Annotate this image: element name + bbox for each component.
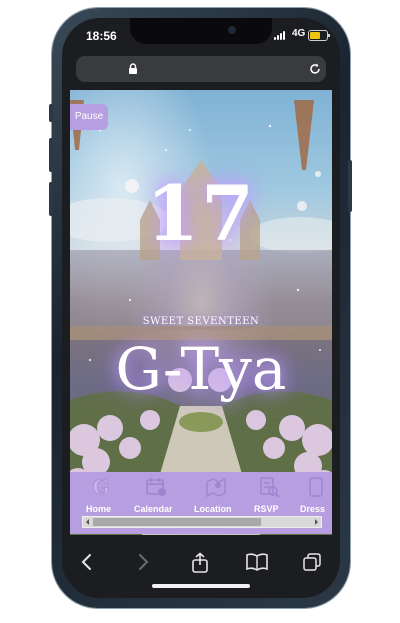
pause-button[interactable]: Pause	[70, 104, 108, 130]
side-button-volume-up	[49, 138, 53, 172]
network-label: 4G	[292, 28, 306, 39]
map-pin-icon	[206, 477, 226, 498]
nav-item-dress[interactable]: Dress	[300, 474, 332, 514]
address-bar[interactable]	[76, 56, 326, 82]
forward-icon[interactable]	[136, 552, 150, 572]
celebrant-name: G-Tya	[115, 335, 287, 403]
castle-garden-illustration	[70, 100, 332, 535]
notch	[130, 18, 272, 44]
scroll-left-icon[interactable]	[84, 518, 92, 526]
camera-icon	[228, 26, 236, 34]
dress-icon	[309, 477, 323, 497]
back-icon[interactable]	[80, 552, 94, 572]
battery-icon	[308, 30, 330, 41]
side-button-power	[348, 160, 352, 212]
tabs-icon[interactable]	[302, 552, 322, 572]
event-subtitle: SWEET SEVENTEEN	[142, 316, 260, 327]
invitation-hero: Pause 17 SWEET SEVENTEEN G-Tya	[70, 90, 332, 535]
bookmarks-icon[interactable]	[246, 552, 268, 572]
phone-screen: 18:56 4G Pause 17 SWEET SEVENTEEN G-Tya …	[62, 18, 340, 598]
browser-toolbar	[62, 538, 340, 598]
nav-label-calendar: Calendar	[134, 504, 173, 514]
calendar-icon	[146, 478, 166, 496]
side-button-volume-down	[49, 182, 53, 216]
nav-label-dress: Dress	[300, 504, 326, 514]
bottom-nav: G Home Calendar Location RSVP Dress	[70, 472, 332, 534]
reload-icon[interactable]	[308, 62, 322, 76]
side-button-mute	[49, 104, 53, 122]
age-number: 17	[146, 169, 256, 258]
nav-item-location[interactable]: Location	[194, 474, 238, 514]
home-indicator[interactable]	[152, 584, 250, 588]
scroll-right-icon[interactable]	[312, 518, 320, 526]
nav-label-location: Location	[194, 504, 232, 514]
horizontal-scrollbar[interactable]	[82, 516, 322, 528]
nav-item-rsvp[interactable]: RSVP	[254, 474, 284, 514]
nav-item-home[interactable]: G Home	[86, 474, 116, 514]
nav-label-home: Home	[86, 504, 112, 514]
g-logo-icon: G	[92, 476, 110, 498]
svg-text:G: G	[92, 476, 109, 498]
scrollbar-thumb[interactable]	[93, 518, 261, 526]
lock-icon	[129, 63, 137, 74]
nav-item-calendar[interactable]: Calendar	[134, 474, 178, 514]
nav-label-rsvp: RSVP	[254, 504, 279, 514]
share-icon[interactable]	[190, 552, 210, 574]
status-time: 18:56	[86, 29, 117, 43]
rsvp-icon	[260, 477, 280, 498]
status-bar: 18:56 4G	[62, 18, 340, 52]
